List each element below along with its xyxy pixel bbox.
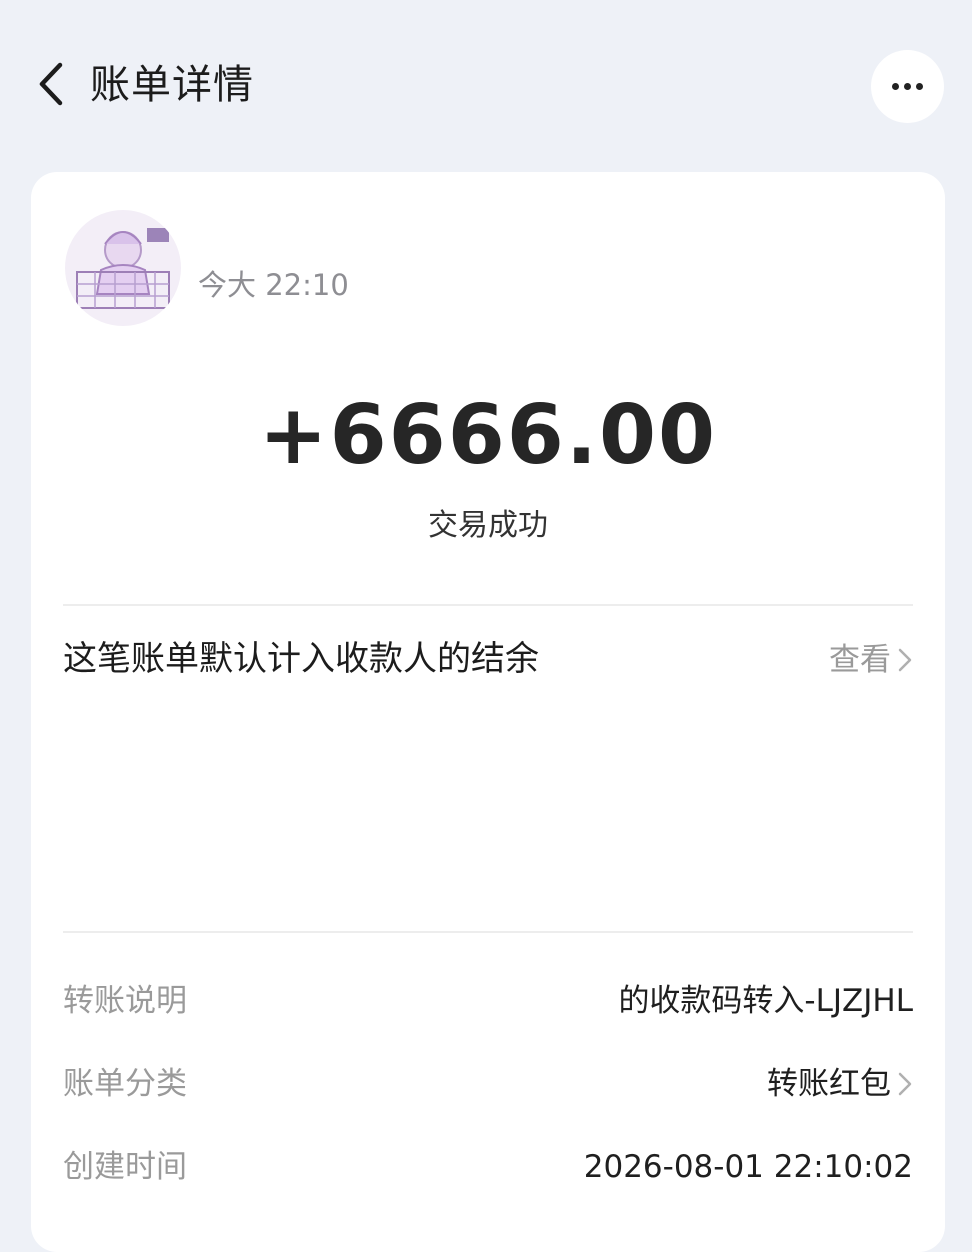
chevron-right-icon xyxy=(897,646,913,674)
bill-detail-card: 今大 22:10 +6666.00 交易成功 这笔账单默认计入收款人的结余 查看… xyxy=(31,172,945,1252)
chevron-right-icon xyxy=(897,1070,913,1098)
detail-value-text: 转账红包 xyxy=(767,1066,891,1102)
detail-row-transfer-note: 转账说明 的收款码转入-LJZJHL xyxy=(63,976,913,1026)
balance-notice: 这笔账单默认计入收款人的结余 xyxy=(63,639,539,679)
detail-value: 转账红包 xyxy=(767,1059,913,1109)
detail-value: 的收款码转入-LJZJHL xyxy=(618,976,913,1026)
back-button[interactable] xyxy=(26,54,76,114)
transaction-status: 交易成功 xyxy=(428,508,548,543)
divider xyxy=(63,604,913,606)
more-options-button[interactable] xyxy=(871,50,944,123)
transaction-time: 今大 22:10 xyxy=(198,268,349,302)
detail-label: 创建时间 xyxy=(63,1149,187,1185)
page-title: 账单详情 xyxy=(90,62,254,108)
top-bar: 账单详情 xyxy=(0,0,972,170)
detail-label: 账单分类 xyxy=(63,1066,187,1102)
detail-row-category[interactable]: 账单分类 转账红包 xyxy=(63,1059,913,1109)
more-horizontal-icon xyxy=(892,83,899,90)
detail-label: 转账说明 xyxy=(63,983,187,1019)
avatar-illustration xyxy=(65,210,181,326)
detail-value-text: 2026-08-01 22:10:02 xyxy=(583,1149,913,1185)
detail-value-text: 的收款码转入-LJZJHL xyxy=(618,983,913,1019)
view-balance-link[interactable]: 查看 xyxy=(829,638,913,682)
detail-value: 2026-08-01 22:10:02 xyxy=(584,1142,913,1192)
detail-row-created-time: 创建时间 2026-08-01 22:10:02 xyxy=(63,1142,913,1192)
chevron-left-icon xyxy=(39,62,63,106)
avatar[interactable] xyxy=(65,210,181,326)
transaction-amount: +6666.00 xyxy=(258,388,718,483)
view-link-label: 查看 xyxy=(829,642,891,678)
divider xyxy=(63,931,913,933)
